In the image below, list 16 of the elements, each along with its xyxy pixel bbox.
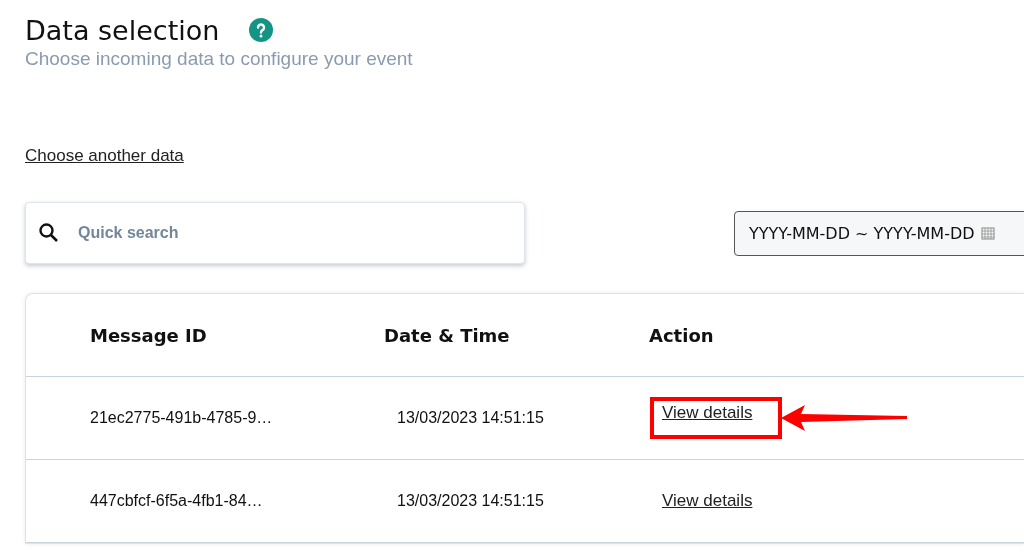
choose-data-link[interactable]: Choose another data — [25, 146, 184, 166]
column-header: Message ID — [90, 324, 208, 346]
table-cell-text: 13/03/2023 14:51:15 — [396, 492, 545, 510]
view-details-link[interactable]: View details — [662, 491, 753, 511]
help-icon[interactable] — [249, 18, 274, 42]
table-cell-text: 447cbfcf-6f5a-4fb1-84… — [90, 492, 264, 510]
calendar-icon — [980, 226, 995, 240]
column-header: Date & Time — [384, 324, 511, 346]
column-header: Action — [649, 324, 715, 346]
search-field[interactable]: Quick search — [25, 202, 525, 264]
table-cell-text: 21ec2775-491b-4785-9… — [90, 409, 274, 427]
date-range-field[interactable]: YYYY-MM-DD ~ YYYY-MM-DD — [734, 210, 1024, 256]
view-details-link[interactable]: View details — [662, 403, 753, 422]
table-cell-text: 13/03/2023 14:51:15 — [396, 409, 545, 427]
page-subtitle: Choose incoming data to configure your event — [25, 48, 414, 70]
page-title: Data selection — [25, 14, 220, 46]
